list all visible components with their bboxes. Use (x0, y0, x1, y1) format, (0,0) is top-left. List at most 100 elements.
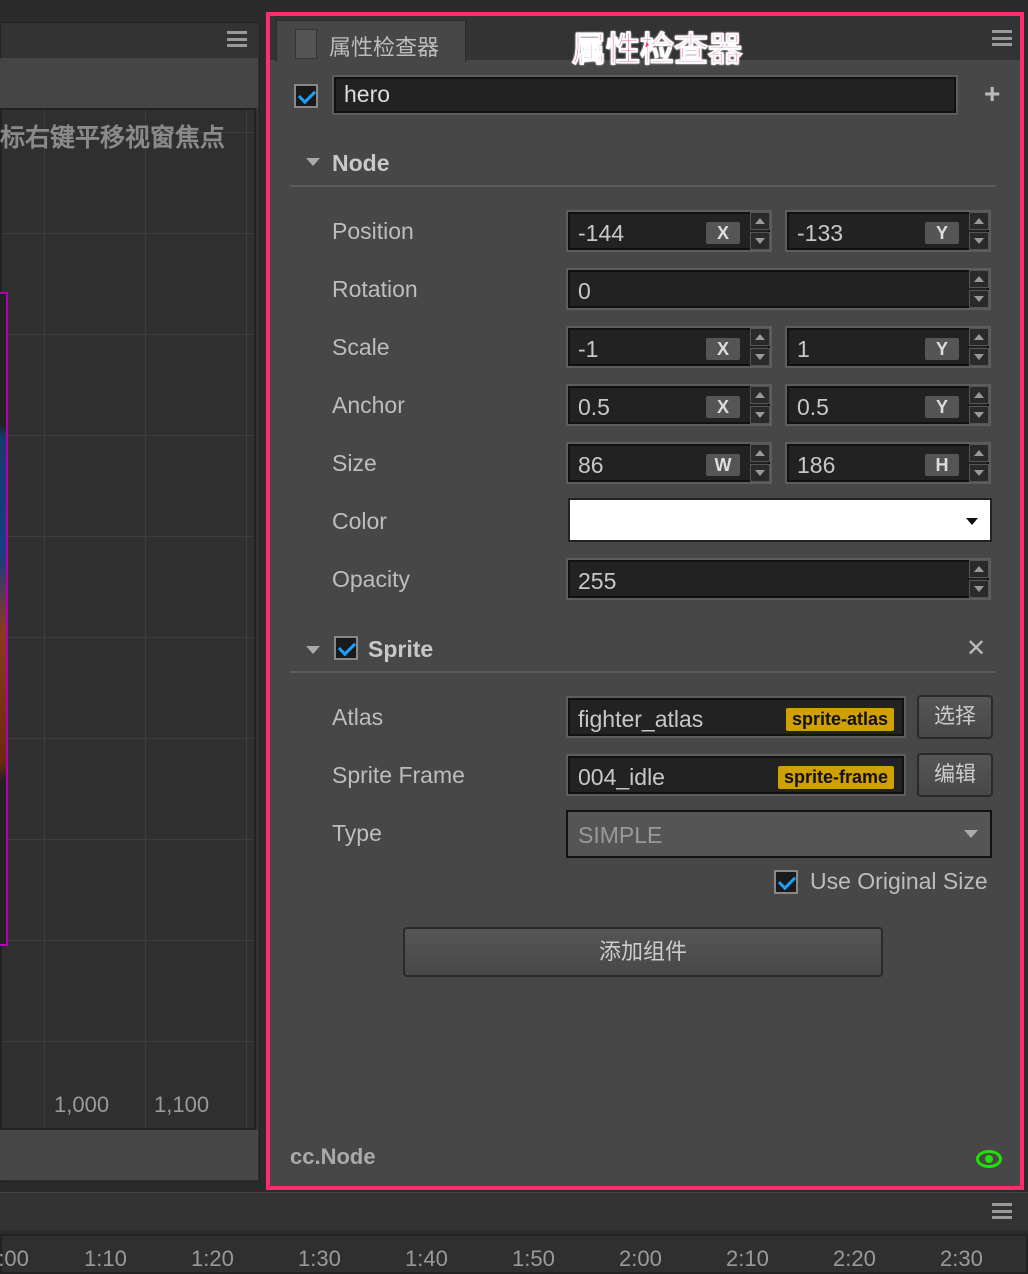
add-component-button[interactable]: 添加组件 (403, 927, 883, 977)
sprite-enabled-checkbox[interactable] (334, 636, 358, 660)
timeline-tick: 1:10 (84, 1246, 127, 1271)
atlas-asset-field[interactable]: fighter_atlas sprite-atlas (566, 696, 906, 738)
stepper[interactable] (750, 212, 770, 250)
scale-x-input[interactable]: -1 X (566, 326, 772, 368)
position-y-input[interactable]: -133 Y (785, 210, 991, 252)
opacity-input[interactable]: 255 (566, 558, 991, 600)
anchor-x-input[interactable]: 0.5 X (566, 384, 772, 426)
select-atlas-button[interactable]: 选择 (917, 695, 993, 739)
edit-sprite-frame-button[interactable]: 编辑 (917, 753, 993, 797)
axis-x: X (706, 396, 740, 418)
node-active-checkbox[interactable] (294, 84, 318, 108)
divider (290, 185, 996, 187)
value: 0 (578, 278, 591, 304)
stepper[interactable] (969, 560, 989, 598)
dropdown-arrow-icon (964, 830, 978, 838)
stepper[interactable] (969, 328, 989, 366)
scene-hint: 标右键平移视窗焦点 (0, 124, 226, 152)
rotation-input[interactable]: 0 (566, 268, 991, 310)
scale-label: Scale (332, 334, 390, 360)
sprite-frame-asset-field[interactable]: 004_idle sprite-frame (566, 754, 906, 796)
node-name-input[interactable]: hero (332, 75, 958, 115)
value: 255 (578, 568, 617, 594)
inspector-panel: 属性检查器 属性检查器 hero + Node Position -144 X -… (266, 12, 1024, 1190)
sprite-frame-label: Sprite Frame (332, 762, 465, 788)
use-original-size-label: Use Original Size (810, 868, 988, 894)
timeline-tick: 1:50 (512, 1246, 555, 1271)
axis-y: Y (925, 396, 959, 418)
tab-label: 属性检查器 (329, 35, 440, 60)
anchor-label: Anchor (332, 392, 405, 418)
menu-icon[interactable] (992, 30, 1012, 46)
scene-viewport[interactable] (0, 108, 256, 1130)
selected-sprite[interactable] (0, 292, 8, 946)
timeline-tick: 2:30 (940, 1246, 983, 1271)
timeline-tick: 1:40 (405, 1246, 448, 1271)
annotation-label: 属性检查器 (572, 31, 743, 70)
value: 0.5 (797, 394, 829, 420)
divider (290, 671, 996, 673)
axis-x: X (706, 222, 740, 244)
stepper[interactable] (969, 444, 989, 482)
size-w-input[interactable]: 86 W (566, 442, 772, 484)
scale-y-input[interactable]: 1Y (785, 326, 991, 368)
asset-type-badge: sprite-atlas (785, 708, 894, 731)
timeline-header (0, 1192, 1028, 1230)
tab-inspector[interactable]: 属性检查器 (276, 20, 466, 62)
sprite-section-title: Sprite (368, 636, 434, 662)
value: 186 (797, 452, 836, 478)
inspector-icon (295, 29, 317, 59)
stepper[interactable] (750, 444, 770, 482)
atlas-label: Atlas (332, 704, 384, 730)
value: 86 (578, 452, 604, 478)
timeline-tick: 2:00 (619, 1246, 662, 1271)
type-label: Type (332, 820, 382, 846)
remove-component-icon[interactable]: ✕ (966, 634, 986, 663)
stepper[interactable] (969, 212, 989, 250)
stepper[interactable] (969, 270, 989, 308)
axis-h: H (925, 454, 959, 476)
value: -144 (578, 220, 625, 246)
axis-w: W (706, 454, 740, 476)
opacity-label: Opacity (332, 566, 410, 592)
timeline-tick: 2:10 (726, 1246, 769, 1271)
eye-icon[interactable] (976, 1150, 1002, 1168)
value: 1 (797, 336, 810, 362)
menu-icon[interactable] (227, 31, 247, 47)
axis-y: Y (925, 222, 959, 244)
value: -1 (578, 336, 599, 362)
dropdown-arrow-icon (966, 518, 978, 525)
color-picker[interactable] (568, 498, 992, 542)
type-select[interactable]: SIMPLE (566, 810, 992, 858)
value: 0.5 (578, 394, 610, 420)
collapse-triangle-icon[interactable] (306, 646, 320, 654)
asset-type-badge: sprite-frame (777, 766, 894, 789)
axis-x: X (706, 338, 740, 360)
position-label: Position (332, 218, 414, 244)
stepper[interactable] (969, 386, 989, 424)
menu-icon[interactable] (992, 1203, 1012, 1219)
anchor-y-input[interactable]: 0.5 Y (785, 384, 991, 426)
size-label: Size (332, 450, 377, 476)
scene-footer (0, 1130, 258, 1180)
timeline-tick: 1:00 (0, 1246, 29, 1271)
timeline-tick: 1:30 (298, 1246, 341, 1271)
position-x-input[interactable]: -144 X (566, 210, 772, 252)
stepper[interactable] (750, 386, 770, 424)
scene-tick: 1,000 (54, 1092, 110, 1117)
value: 004_idle (578, 764, 665, 790)
axis-y: Y (925, 338, 959, 360)
collapse-triangle-icon[interactable] (306, 158, 320, 166)
scene-tick: 1,100 (154, 1092, 210, 1117)
stepper[interactable] (750, 328, 770, 366)
rotation-label: Rotation (332, 276, 418, 302)
type-value: SIMPLE (578, 822, 663, 848)
size-h-input[interactable]: 186 H (785, 442, 991, 484)
timeline-tick: 1:20 (191, 1246, 234, 1271)
node-section-title: Node (332, 150, 390, 176)
plus-icon[interactable]: + (984, 78, 1000, 110)
use-original-size-checkbox[interactable] (774, 870, 798, 894)
timeline-tick: 2:20 (833, 1246, 876, 1271)
color-label: Color (332, 508, 387, 534)
node-type-label: cc.Node (290, 1144, 376, 1169)
